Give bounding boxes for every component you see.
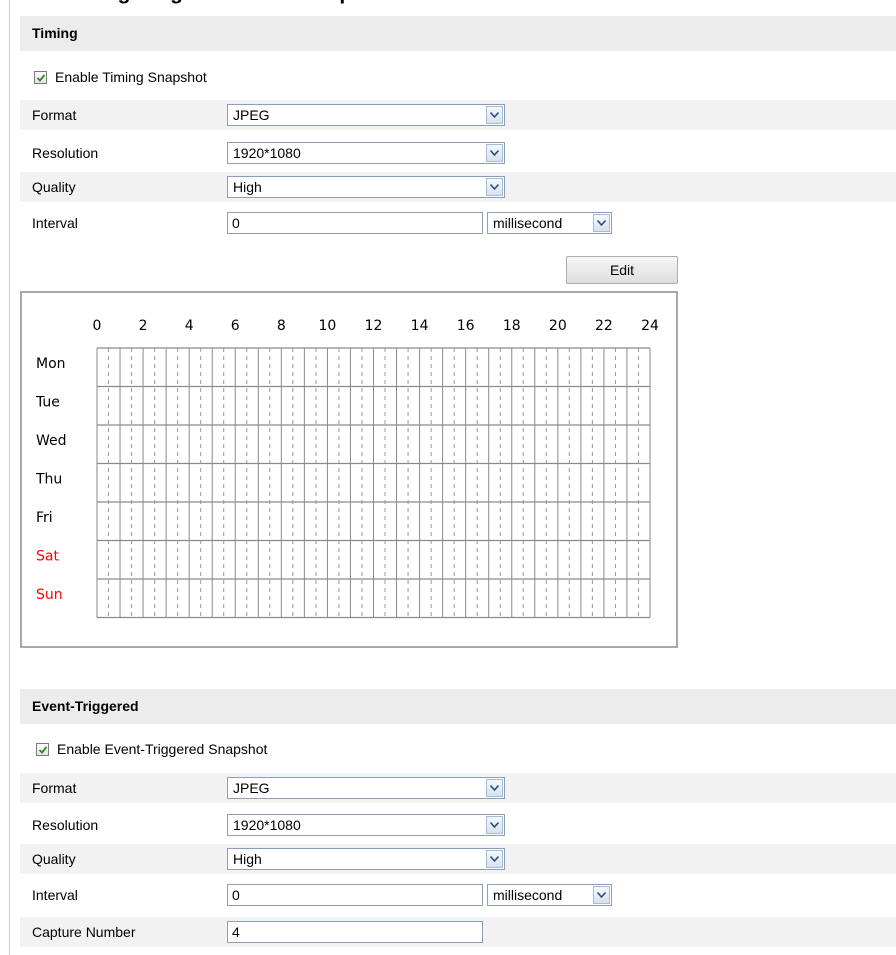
timing-interval-input[interactable]: 0 (227, 212, 483, 234)
hour-label: 6 (231, 318, 240, 334)
hour-label: 0 (93, 318, 102, 334)
event-resolution-value: 1920*1080 (233, 817, 301, 833)
chevron-down-icon[interactable] (486, 106, 503, 124)
hour-label: 2 (139, 318, 148, 334)
timing-quality-select[interactable]: High (227, 176, 505, 198)
event-capture-label: Capture Number (32, 924, 136, 940)
event-interval-unit-value: millisecond (493, 887, 563, 903)
hour-label: 18 (503, 318, 521, 334)
hour-label: 20 (549, 318, 567, 334)
hour-label: 22 (595, 318, 613, 334)
timing-resolution-value: 1920*1080 (233, 145, 301, 161)
event-capture-value: 4 (232, 924, 240, 940)
event-interval-label: Interval (32, 887, 78, 903)
day-label: Tue (35, 395, 60, 411)
timing-interval-row: Interval 0 millisecond (20, 208, 896, 238)
chevron-down-icon[interactable] (486, 144, 503, 162)
schedule-grid[interactable]: 0 2 4 6 8 10 12 14 16 18 20 22 24MonTueWedThuFriSatS… (22, 293, 676, 646)
checkmark-icon (36, 74, 46, 82)
timing-format-label: Format (32, 107, 77, 123)
timing-interval-unit-value: millisecond (493, 215, 563, 231)
event-interval-unit-select[interactable]: millisecond (487, 884, 612, 906)
event-format-select[interactable]: JPEG (227, 777, 505, 799)
event-quality-row: Quality High (20, 844, 896, 874)
hour-label: 4 (185, 318, 194, 334)
hour-label: 12 (365, 318, 383, 334)
chevron-down-icon[interactable] (486, 850, 503, 868)
page-heading-text: Configuring Scheduled Snapshot (64, 0, 397, 8)
timing-quality-value: High (233, 179, 262, 195)
chevron-down-icon[interactable] (593, 214, 610, 232)
timing-quality-row: Quality High (20, 172, 896, 202)
left-border (9, 0, 10, 955)
event-capture-input[interactable]: 4 (227, 921, 483, 943)
event-enable-label: Enable Event-Triggered Snapshot (57, 741, 268, 757)
timing-resolution-select[interactable]: 1920*1080 (227, 142, 505, 164)
event-interval-value: 0 (232, 887, 240, 903)
timing-interval-value: 0 (232, 215, 240, 231)
day-label: Wed (36, 433, 67, 449)
edit-schedule-button[interactable]: Edit (566, 256, 678, 284)
hour-label: 24 (641, 318, 659, 334)
chevron-down-icon[interactable] (486, 816, 503, 834)
day-label: Fri (36, 510, 53, 526)
timing-resolution-label: Resolution (32, 145, 99, 161)
event-quality-value: High (233, 851, 262, 867)
event-format-value: JPEG (233, 780, 270, 796)
timing-resolution-row: Resolution 1920*1080 (20, 138, 896, 168)
event-section-header: Event-Triggered (20, 689, 896, 724)
event-format-row: Format JPEG (20, 773, 896, 803)
event-resolution-label: Resolution (32, 817, 99, 833)
event-format-label: Format (32, 780, 77, 796)
hour-label: 16 (457, 318, 475, 334)
event-capture-row: Capture Number 4 (20, 917, 896, 947)
page-heading: Configuring Scheduled Snapshot (0, 0, 896, 10)
timing-enable-row: Enable Timing Snapshot (20, 62, 896, 92)
event-enable-row: Enable Event-Triggered Snapshot (20, 734, 896, 764)
event-interval-input[interactable]: 0 (227, 884, 483, 906)
day-label: Thu (35, 472, 62, 488)
timing-format-value: JPEG (233, 107, 270, 123)
chevron-down-icon[interactable] (593, 886, 610, 904)
chevron-down-icon[interactable] (486, 178, 503, 196)
timing-quality-label: Quality (32, 179, 76, 195)
timing-format-select[interactable]: JPEG (227, 104, 505, 126)
timing-section-title: Timing (32, 25, 78, 41)
day-label: Mon (36, 356, 66, 372)
event-interval-row: Interval 0 millisecond (20, 880, 896, 910)
checkmark-icon (38, 746, 48, 754)
day-label: Sun (36, 587, 63, 603)
event-quality-label: Quality (32, 851, 76, 867)
schedule-panel: 0 2 4 6 8 10 12 14 16 18 20 22 24 Mon Tue Wed Thu Fri Sat S… (20, 291, 678, 648)
hour-label: 8 (277, 318, 286, 334)
timing-interval-label: Interval (32, 215, 78, 231)
chevron-down-icon[interactable] (486, 779, 503, 797)
timing-enable-label: Enable Timing Snapshot (55, 69, 207, 85)
timing-section-header: Timing (20, 16, 896, 51)
timing-interval-unit-select[interactable]: millisecond (487, 212, 612, 234)
event-section-title: Event-Triggered (32, 698, 139, 714)
event-enable-checkbox[interactable] (36, 743, 49, 756)
day-label: Sat (36, 549, 59, 565)
event-quality-select[interactable]: High (227, 848, 505, 870)
event-resolution-select[interactable]: 1920*1080 (227, 814, 505, 836)
timing-enable-checkbox[interactable] (34, 71, 47, 84)
timing-format-row: Format JPEG (20, 100, 896, 130)
event-resolution-row: Resolution 1920*1080 (20, 810, 896, 840)
hour-label: 14 (411, 318, 429, 334)
hour-label: 10 (319, 318, 337, 334)
